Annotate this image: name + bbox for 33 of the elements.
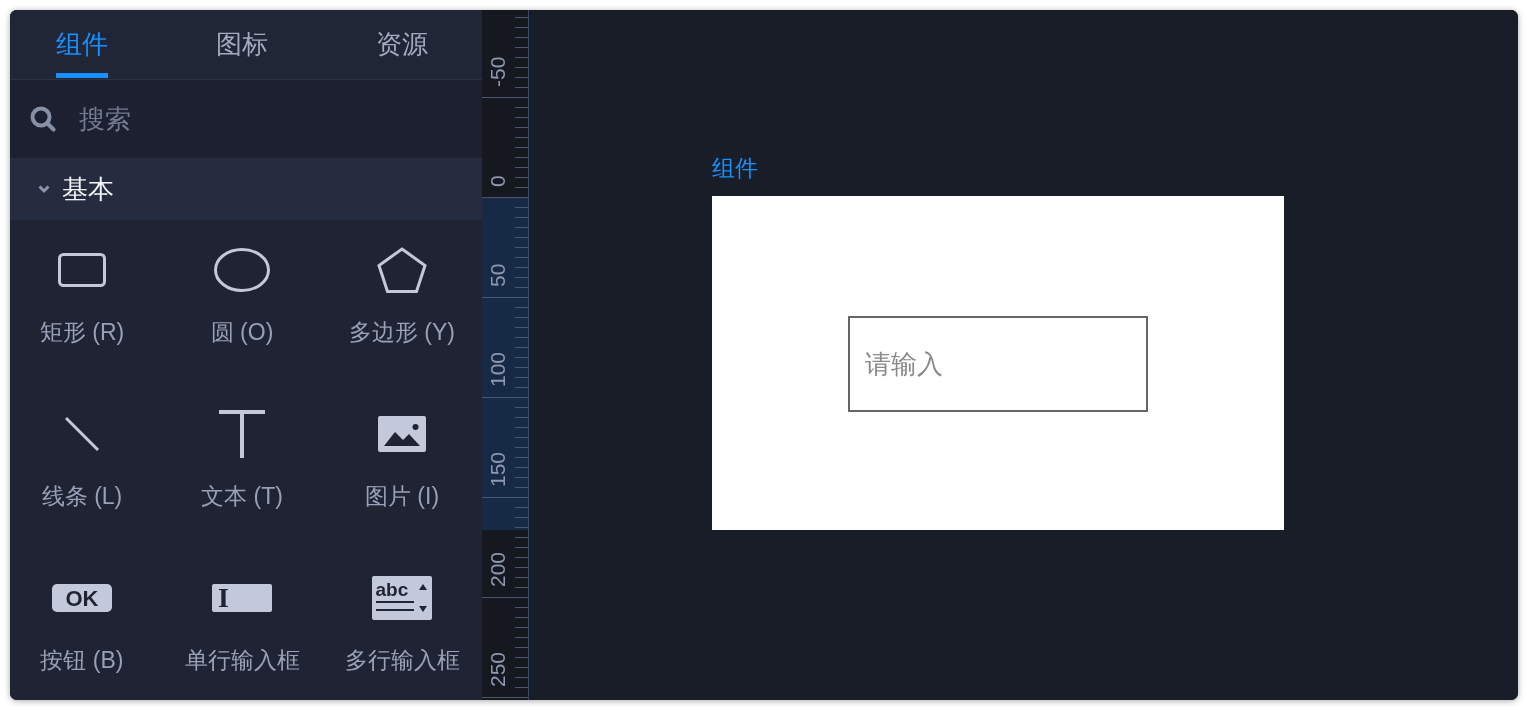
tab[interactable]: 资源: [322, 10, 482, 79]
palette-item[interactable]: 图片 (I): [322, 384, 482, 548]
text-field-icon: I: [212, 584, 272, 612]
ellipse-icon: [214, 248, 270, 292]
search-field[interactable]: 搜索: [79, 103, 466, 135]
ruler-label: 200: [486, 551, 509, 587]
palette-item[interactable]: 矩形 (R): [10, 220, 162, 384]
palette-item[interactable]: 文本 (T): [162, 384, 322, 548]
ruler-label: 0: [486, 175, 509, 187]
pentagon-icon: [377, 247, 427, 293]
palette-item[interactable]: abc 多行输入框: [322, 548, 482, 700]
diagonal-line-icon: [64, 416, 100, 452]
palette-item[interactable]: 线条 (L): [10, 384, 162, 548]
palette-item[interactable]: I 单行输入框: [162, 548, 322, 700]
search-icon: [30, 106, 56, 132]
input-field[interactable]: 请输入: [848, 316, 1148, 412]
button-icon: OK: [52, 584, 112, 612]
rectangle-icon: [58, 253, 106, 287]
section-title: 基本: [62, 172, 114, 206]
ruler-label: 250: [486, 651, 509, 687]
image-icon: [378, 416, 426, 452]
ruler-label: 150: [486, 451, 509, 487]
palette-item[interactable]: 多边形 (Y): [322, 220, 482, 384]
text-area-icon: abc: [372, 576, 432, 620]
tab[interactable]: 图标: [162, 10, 322, 79]
palette-item[interactable]: 圆 (O): [162, 220, 322, 384]
section-header[interactable]: 基本: [10, 158, 482, 220]
artboard-title: 组件: [712, 154, 758, 182]
ruler-label: -50: [486, 56, 509, 87]
text-icon: [219, 410, 265, 458]
ruler-label: 100: [486, 351, 509, 387]
ruler-label: 50: [486, 263, 509, 287]
palette-item[interactable]: OK 按钮 (B): [10, 548, 162, 700]
